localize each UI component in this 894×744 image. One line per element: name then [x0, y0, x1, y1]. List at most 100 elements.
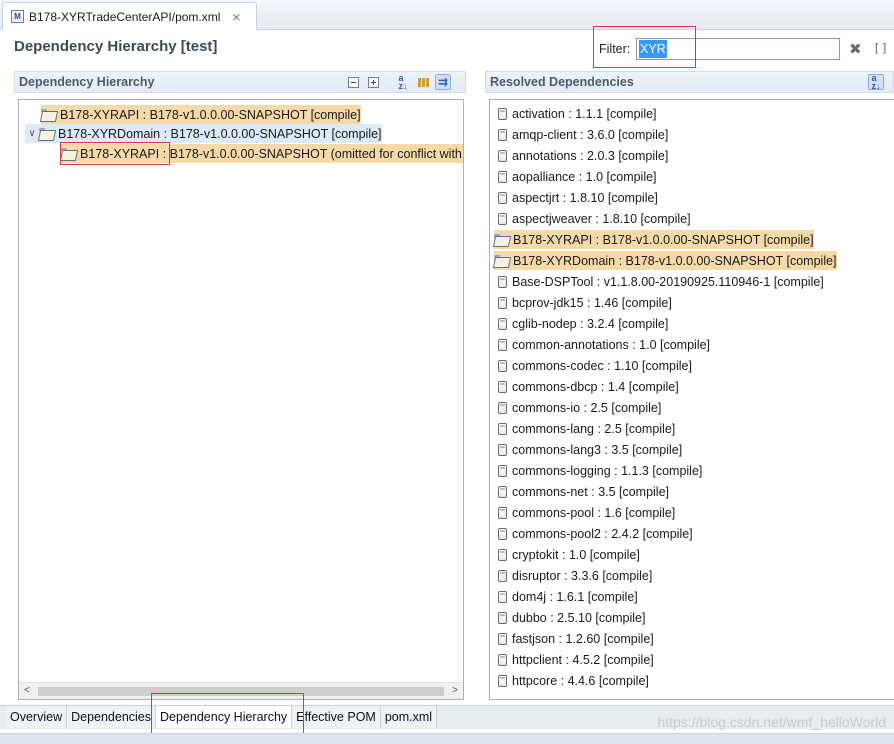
collapse-header-icon[interactable]: [ ]	[875, 42, 887, 54]
jar-icon	[498, 128, 507, 141]
resolved-item[interactable]: fastjson : 1.2.60 [compile]	[498, 629, 654, 648]
resolved-item[interactable]: cglib-nodep : 3.2.4 [compile]	[498, 314, 668, 333]
resolved-item[interactable]: B178-XYRDomain : B178-v1.0.0.00-SNAPSHOT…	[494, 251, 837, 270]
resolved-item-label: dubbo : 2.5.10 [compile]	[512, 610, 646, 625]
resolved-item[interactable]: commons-lang3 : 3.5 [compile]	[498, 440, 682, 459]
jar-icon	[498, 338, 507, 351]
resolved-item-label: disruptor : 3.3.6 [compile]	[512, 568, 653, 583]
resolved-item-label: B178-XYRDomain : B178-v1.0.0.00-SNAPSHOT…	[513, 253, 837, 268]
jar-icon	[498, 401, 507, 414]
show-group-id-icon[interactable]	[415, 74, 431, 90]
jar-icon	[498, 191, 507, 204]
jar-icon	[498, 296, 507, 309]
resolved-item-label: cryptokit : 1.0 [compile]	[512, 547, 640, 562]
tree-item-xyrdomain[interactable]: ∨ B178-XYRDomain : B178-v1.0.0.00-SNAPSH…	[25, 124, 382, 143]
close-icon[interactable]: ⨯	[231, 10, 241, 24]
resolved-item-label: B178-XYRAPI : B178-v1.0.0.00-SNAPSHOT [c…	[513, 232, 814, 247]
expand-all-icon[interactable]	[365, 74, 381, 90]
editor-tab-pom[interactable]: M B178-XYRTradeCenterAPI/pom.xml ⨯	[2, 2, 257, 30]
folder-open-icon	[494, 234, 509, 245]
jar-icon	[498, 380, 507, 393]
editor-tab-title: B178-XYRTradeCenterAPI/pom.xml	[29, 9, 221, 24]
tab-effective-pom[interactable]: Effective POM	[292, 706, 381, 728]
collapse-all-icon[interactable]	[345, 74, 361, 90]
resolved-item-label: commons-net : 3.5 [compile]	[512, 484, 670, 499]
hierarchy-tree[interactable]: B178-XYRAPI : B178-v1.0.0.00-SNAPSHOT [c…	[18, 99, 464, 700]
tree-item-label: B178-XYRAPI : B178-v1.0.0.00-SNAPSHOT [c…	[60, 107, 361, 122]
maven-pom-icon: M	[11, 10, 24, 23]
chevron-down-icon[interactable]: ∨	[25, 128, 39, 139]
scrollbar-thumb[interactable]	[38, 687, 444, 696]
jar-icon	[498, 275, 507, 288]
resolved-item-label: aopalliance : 1.0 [compile]	[512, 169, 657, 184]
jar-icon	[498, 485, 507, 498]
hierarchy-section-header: Dependency Hierarchy a z↓ ⇉	[14, 71, 466, 93]
filter-input[interactable]: XYR	[636, 38, 840, 60]
resolved-item[interactable]: commons-pool : 1.6 [compile]	[498, 503, 675, 522]
jar-icon	[498, 212, 507, 225]
resolved-item-label: dom4j : 1.6.1 [compile]	[512, 589, 638, 604]
resolved-item-label: amqp-client : 3.6.0 [compile]	[512, 127, 669, 142]
tree-item-label: B178-XYRDomain : B178-v1.0.0.00-SNAPSHOT…	[58, 126, 382, 141]
resolved-section-title: Resolved Dependencies	[490, 75, 634, 89]
resolved-item[interactable]: common-annotations : 1.0 [compile]	[498, 335, 710, 354]
resolved-item[interactable]: commons-logging : 1.1.3 [compile]	[498, 461, 702, 480]
resolved-list[interactable]: activation : 1.1.1 [compile] amqp-client …	[489, 99, 894, 700]
resolved-item[interactable]: httpcore : 4.4.6 [compile]	[498, 671, 649, 690]
horizontal-scrollbar[interactable]: < >	[19, 682, 463, 699]
resolved-item[interactable]: commons-io : 2.5 [compile]	[498, 398, 661, 417]
scroll-left-icon[interactable]: <	[24, 685, 30, 696]
jar-icon	[498, 653, 507, 666]
resolved-item[interactable]: dom4j : 1.6.1 [compile]	[498, 587, 638, 606]
jar-icon	[498, 548, 507, 561]
tab-dependencies[interactable]: Dependencies	[67, 706, 157, 728]
resolved-item[interactable]: httpclient : 4.5.2 [compile]	[498, 650, 654, 669]
tree-item-xyrapi-omitted[interactable]: B178-XYRAPI : B178-v1.0.0.00-SNAPSHOT (o…	[61, 144, 463, 163]
resolved-item[interactable]: aspectjrt : 1.8.10 [compile]	[498, 188, 658, 207]
resolved-item[interactable]: commons-lang : 2.5 [compile]	[498, 419, 675, 438]
resolved-item[interactable]: aspectjweaver : 1.8.10 [compile]	[498, 209, 691, 228]
resolved-item[interactable]: commons-pool2 : 2.4.2 [compile]	[498, 524, 693, 543]
resolved-item-label: cglib-nodep : 3.2.4 [compile]	[512, 316, 669, 331]
sort-az-icon[interactable]: a z↓	[395, 74, 411, 91]
scroll-right-icon[interactable]: >	[452, 685, 458, 696]
clear-filter-icon[interactable]: ✖	[849, 40, 862, 58]
tree-item-xyrapi[interactable]: B178-XYRAPI : B178-v1.0.0.00-SNAPSHOT [c…	[41, 105, 361, 124]
resolved-item[interactable]: disruptor : 3.3.6 [compile]	[498, 566, 652, 585]
resolved-item[interactable]: amqp-client : 3.6.0 [compile]	[498, 125, 668, 144]
resolved-item-label: httpclient : 4.5.2 [compile]	[512, 652, 654, 667]
jar-icon	[498, 527, 507, 540]
resolved-item[interactable]: commons-codec : 1.10 [compile]	[498, 356, 692, 375]
resolved-item[interactable]: commons-dbcp : 1.4 [compile]	[498, 377, 679, 396]
resolved-item-label: commons-lang3 : 3.5 [compile]	[512, 442, 683, 457]
editor-page-tabs: Overview Dependencies Dependency Hierarc…	[6, 706, 438, 728]
resolved-item-label: commons-pool2 : 2.4.2 [compile]	[512, 526, 693, 541]
editor-tab-bar: M B178-XYRTradeCenterAPI/pom.xml ⨯	[0, 0, 894, 30]
tab-overview[interactable]: Overview	[6, 706, 68, 728]
filter-toggle-icon[interactable]: ⇉	[435, 74, 451, 90]
jar-icon	[498, 590, 507, 603]
resolved-item-label: commons-pool : 1.6 [compile]	[512, 505, 676, 520]
resolved-item-label: commons-io : 2.5 [compile]	[512, 400, 662, 415]
sort-az-icon[interactable]: a z↓	[868, 74, 884, 91]
resolved-item[interactable]: Base-DSPTool : v1.1.8.00-20190925.110946…	[498, 272, 824, 291]
resolved-item[interactable]: dubbo : 2.5.10 [compile]	[498, 608, 645, 627]
tab-dependency-hierarchy[interactable]: Dependency Hierarchy	[156, 706, 293, 728]
jar-icon	[498, 611, 507, 624]
resolved-item-label: bcprov-jdk15 : 1.46 [compile]	[512, 295, 672, 310]
resolved-section-header: Resolved Dependencies a z↓	[485, 71, 894, 93]
resolved-item[interactable]: activation : 1.1.1 [compile]	[498, 104, 657, 123]
resolved-item[interactable]: commons-net : 3.5 [compile]	[498, 482, 669, 501]
resolved-item[interactable]: cryptokit : 1.0 [compile]	[498, 545, 640, 564]
resolved-item[interactable]: aopalliance : 1.0 [compile]	[498, 167, 657, 186]
resolved-item[interactable]: B178-XYRAPI : B178-v1.0.0.00-SNAPSHOT [c…	[494, 230, 814, 249]
resolved-item[interactable]: bcprov-jdk15 : 1.46 [compile]	[498, 293, 672, 312]
jar-icon	[498, 674, 507, 687]
jar-icon	[498, 422, 507, 435]
jar-icon	[498, 107, 507, 120]
hierarchy-toolbar: a z↓ ⇉	[345, 74, 451, 91]
resolved-item[interactable]: annotations : 2.0.3 [compile]	[498, 146, 668, 165]
jar-icon	[498, 149, 507, 162]
watermark: https://blog.csdn.net/wmf_helloWorld	[657, 714, 886, 730]
tab-pom-xml[interactable]: pom.xml	[380, 706, 438, 728]
